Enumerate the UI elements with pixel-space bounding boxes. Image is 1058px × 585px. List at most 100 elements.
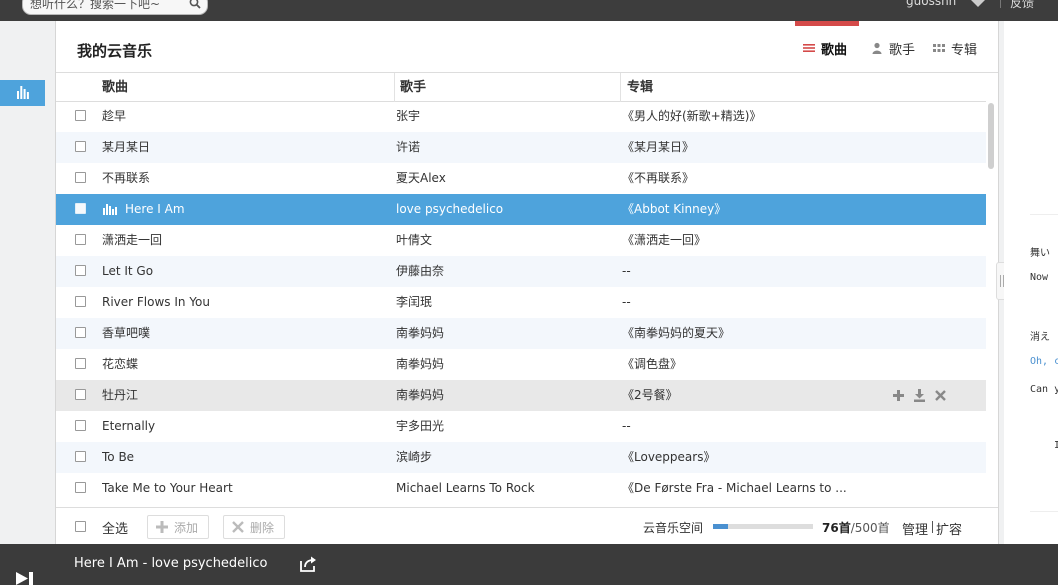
feedback-link[interactable]: 反馈 — [1010, 0, 1034, 11]
song-title[interactable]: Eternally — [102, 411, 387, 442]
table-row[interactable]: Let It Go 伊藤由奈 -- — [56, 256, 986, 287]
song-title[interactable]: Here I Am — [125, 194, 410, 225]
song-album[interactable]: 《不再联系》 — [622, 163, 847, 194]
close-icon[interactable] — [934, 389, 947, 402]
song-artist[interactable]: 李闰珉 — [396, 287, 611, 318]
row-checkbox[interactable] — [75, 141, 86, 152]
lyric-line: I — [1054, 440, 1058, 451]
song-album[interactable]: 《调色盘》 — [622, 349, 847, 380]
song-title[interactable]: 花恋蝶 — [102, 349, 387, 380]
row-checkbox[interactable] — [75, 296, 86, 307]
lyric-line: Now — [1030, 272, 1049, 283]
song-artist[interactable]: 张宇 — [396, 101, 611, 132]
select-all-checkbox[interactable] — [75, 521, 86, 532]
download-icon[interactable] — [913, 389, 926, 402]
song-artist[interactable]: 南拳妈妈 — [396, 380, 611, 411]
song-artist[interactable]: 许诺 — [396, 132, 611, 163]
column-divider — [620, 73, 621, 102]
song-artist[interactable]: 伊藤由奈 — [396, 256, 611, 287]
song-album[interactable]: 《De Første Fra - Michael Learns to ... — [622, 473, 847, 504]
playing-bars-icon — [103, 204, 117, 215]
row-checkbox[interactable] — [75, 420, 86, 431]
song-artist[interactable]: 南拳妈妈 — [396, 318, 611, 349]
row-checkbox[interactable] — [75, 110, 86, 121]
row-checkbox[interactable] — [75, 327, 86, 338]
search-icon[interactable] — [189, 0, 201, 9]
table-row[interactable]: Take Me to Your Heart Michael Learns To … — [56, 473, 986, 504]
column-header-song[interactable]: 歌曲 — [102, 73, 128, 102]
song-artist[interactable]: Michael Learns To Rock — [396, 473, 611, 504]
row-checkbox[interactable] — [75, 358, 86, 369]
song-title[interactable]: To Be — [102, 442, 387, 473]
song-title[interactable]: River Flows In You — [102, 287, 387, 318]
song-album[interactable]: 《潇洒走一回》 — [622, 225, 847, 256]
song-album[interactable]: -- — [622, 287, 847, 318]
song-title[interactable]: Let It Go — [102, 256, 387, 287]
song-title[interactable]: Take Me to Your Heart — [102, 473, 387, 504]
song-list: 趁早 张宇 《男人的好(新歌+精选)》 某月某日 许诺 《某月某日》 不再联系 … — [56, 101, 986, 507]
table-row[interactable]: To Be 滨崎步 《Loveppears》 — [56, 442, 986, 473]
row-checkbox[interactable] — [75, 451, 86, 462]
song-title[interactable]: 潇洒走一回 — [102, 225, 387, 256]
manage-link[interactable]: 管理 — [902, 519, 928, 538]
row-checkbox[interactable] — [75, 172, 86, 183]
song-title[interactable]: 牡丹江 — [102, 380, 387, 411]
username[interactable]: guosshn — [906, 0, 956, 8]
column-header-album[interactable]: 专辑 — [627, 73, 653, 102]
tab-songs[interactable]: 歌曲 — [803, 40, 847, 58]
table-row[interactable]: 趁早 张宇 《男人的好(新歌+精选)》 — [56, 101, 986, 132]
row-checkbox[interactable] — [75, 203, 86, 214]
song-album[interactable]: 《Loveppears》 — [622, 442, 847, 473]
song-title[interactable]: 香草吧噗 — [102, 318, 387, 349]
song-artist[interactable]: 滨崎步 — [396, 442, 611, 473]
song-album[interactable]: 《2号餐》 — [622, 380, 847, 411]
tab-artists[interactable]: 歌手 — [871, 40, 915, 58]
row-checkbox[interactable] — [75, 389, 86, 400]
row-checkbox[interactable] — [75, 234, 86, 245]
song-album[interactable]: 《Abbot Kinney》 — [622, 194, 847, 225]
column-header-artist[interactable]: 歌手 — [400, 73, 426, 102]
share-icon[interactable] — [300, 556, 317, 572]
add-icon[interactable] — [892, 389, 905, 402]
delete-button-label: 删除 — [250, 520, 275, 535]
shield-icon[interactable] — [970, 0, 986, 7]
table-row[interactable]: Eternally 宇多田光 -- — [56, 411, 986, 442]
song-artist[interactable]: love psychedelico — [396, 194, 611, 225]
next-track-icon[interactable] — [16, 572, 34, 585]
lyric-line: Can y — [1030, 384, 1058, 395]
song-artist[interactable]: 宇多田光 — [396, 411, 611, 442]
list-scrollbar[interactable] — [986, 101, 998, 507]
song-title[interactable]: 趁早 — [102, 101, 387, 132]
used-count: 76首 — [822, 521, 851, 535]
song-album[interactable]: -- — [622, 411, 847, 442]
song-album[interactable]: -- — [622, 256, 847, 287]
table-row-playing[interactable]: Here I Am love psychedelico 《Abbot Kinne… — [56, 194, 986, 225]
sidebar-item-music[interactable] — [0, 80, 45, 106]
table-row[interactable]: 某月某日 许诺 《某月某日》 — [56, 132, 986, 163]
table-row[interactable]: 不再联系 夏天Alex 《不再联系》 — [56, 163, 986, 194]
song-album[interactable]: 《男人的好(新歌+精选)》 — [622, 101, 847, 132]
table-row-hovered[interactable]: 牡丹江 南拳妈妈 《2号餐》 — [56, 380, 986, 411]
scroll-thumb[interactable] — [988, 103, 994, 169]
select-all-label[interactable]: 全选 — [102, 518, 128, 537]
song-artist[interactable]: 南拳妈妈 — [396, 349, 611, 380]
song-artist[interactable]: 夏天Alex — [396, 163, 611, 194]
search-box[interactable] — [22, 0, 208, 15]
top-bar: guosshn 反馈 — [0, 0, 1058, 21]
add-button[interactable]: 添加 — [147, 515, 210, 539]
song-title[interactable]: 不再联系 — [102, 163, 387, 194]
expand-link[interactable]: 扩容 — [936, 519, 962, 538]
song-title[interactable]: 某月某日 — [102, 132, 387, 163]
table-row[interactable]: 花恋蝶 南拳妈妈 《调色盘》 — [56, 349, 986, 380]
table-row[interactable]: River Flows In You 李闰珉 -- — [56, 287, 986, 318]
song-album[interactable]: 《南拳妈妈的夏天》 — [622, 318, 847, 349]
row-checkbox[interactable] — [75, 265, 86, 276]
song-album[interactable]: 《某月某日》 — [622, 132, 847, 163]
tab-albums[interactable]: 专辑 — [933, 40, 977, 58]
table-row[interactable]: 潇洒走一回 叶倩文 《潇洒走一回》 — [56, 225, 986, 256]
delete-button[interactable]: 删除 — [223, 515, 286, 539]
song-artist[interactable]: 叶倩文 — [396, 225, 611, 256]
row-checkbox[interactable] — [75, 482, 86, 493]
table-row[interactable]: 香草吧噗 南拳妈妈 《南拳妈妈的夏天》 — [56, 318, 986, 349]
search-input[interactable] — [30, 0, 180, 12]
